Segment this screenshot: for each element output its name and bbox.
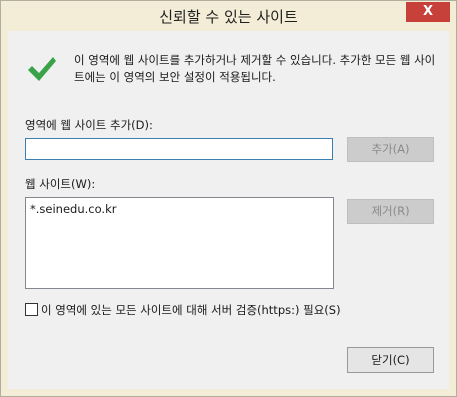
websites-label: 웹 사이트(W): xyxy=(25,177,96,191)
add-button[interactable]: 추가(A) xyxy=(347,137,434,162)
add-site-label: 영역에 웹 사이트 추가(D): xyxy=(25,118,153,132)
close-button[interactable]: 닫기(C) xyxy=(347,347,434,373)
add-site-input[interactable] xyxy=(25,138,333,160)
close-window-button[interactable]: X xyxy=(406,2,450,22)
dialog-body: 이 영역에 웹 사이트를 추가하거나 제거할 수 있습니다. 추가한 모든 웹 … xyxy=(8,31,449,389)
website-list-item[interactable]: *.seinedu.co.kr xyxy=(30,201,333,217)
websites-list[interactable]: *.seinedu.co.kr xyxy=(25,197,334,289)
info-text: 이 영역에 웹 사이트를 추가하거나 제거할 수 있습니다. 추가한 모든 웹 … xyxy=(74,53,436,84)
title-bar[interactable]: 신뢰할 수 있는 사이트 X xyxy=(1,1,456,31)
trusted-sites-dialog: 신뢰할 수 있는 사이트 X 이 영역에 웹 사이트를 추가하거나 제거할 수 … xyxy=(0,0,457,397)
remove-button[interactable]: 제거(R) xyxy=(347,199,434,224)
dialog-title: 신뢰할 수 있는 사이트 xyxy=(159,8,298,26)
require-https-label[interactable]: 이 영역에 있는 모든 사이트에 대해 서버 검증(https:) 필요(S) xyxy=(41,302,341,318)
require-https-checkbox[interactable] xyxy=(25,303,38,316)
checkmark-icon xyxy=(28,57,56,81)
